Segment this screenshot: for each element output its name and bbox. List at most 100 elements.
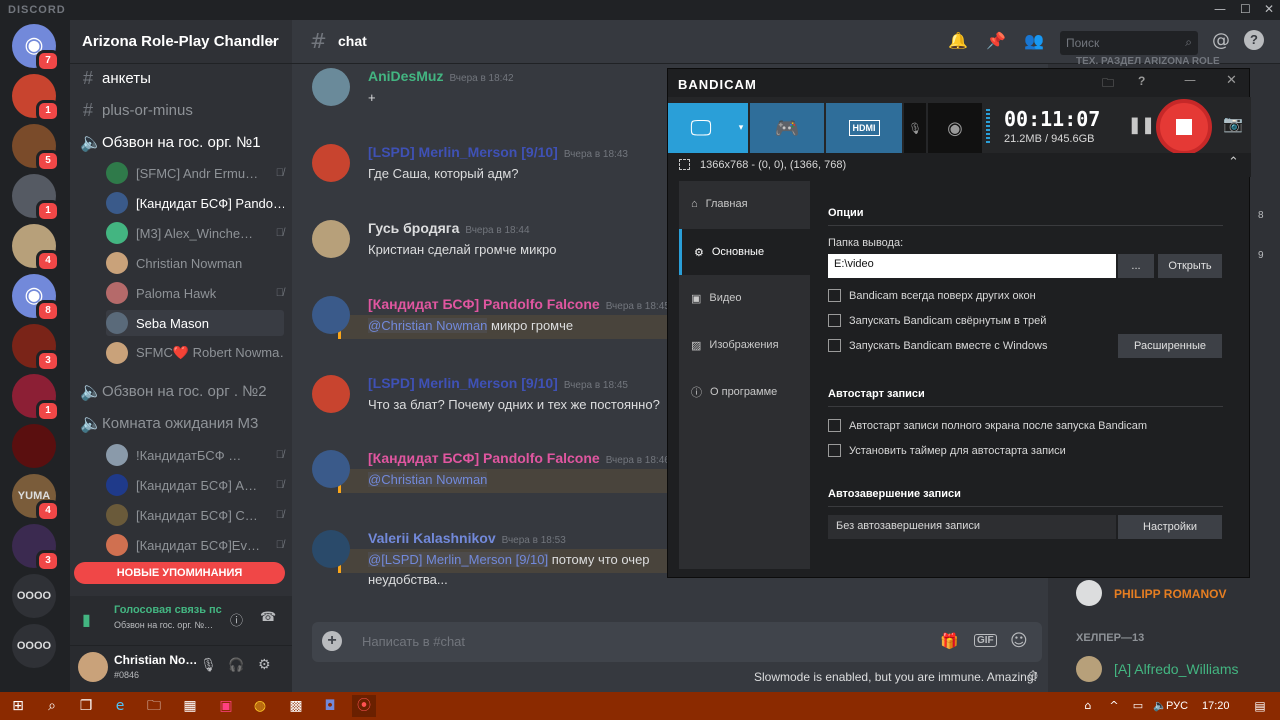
avatar[interactable]	[312, 296, 350, 334]
mic-toggle[interactable]: 🎙	[904, 103, 926, 153]
voice-user[interactable]: !КандидатБСФ … 🎙̸	[106, 442, 284, 468]
voice-channel-name[interactable]: Обзвон на гос. орг. №…	[114, 620, 224, 630]
avatar[interactable]	[312, 375, 350, 413]
output-folder-field[interactable]: E:\video	[828, 254, 1116, 278]
info-icon[interactable]: ⓘ	[230, 610, 243, 629]
message-author[interactable]: [LSPD] Merlin_Merson [9/10] Вчера в 18:43	[368, 144, 628, 160]
server-icon[interactable]: 5	[12, 124, 60, 172]
headphones-icon[interactable]: 🎧	[228, 658, 244, 673]
camera-icon[interactable]: 📷	[1223, 114, 1243, 133]
help-icon[interactable]: ?	[1244, 30, 1264, 50]
search-input[interactable]: Поиск ⌕	[1060, 31, 1198, 55]
search-icon[interactable]: ⌕	[40, 695, 64, 717]
author-name[interactable]: Гусь бродяга	[368, 220, 459, 236]
author-name[interactable]: [LSPD] Merlin_Merson [9/10]	[368, 144, 558, 160]
voice-channel-2[interactable]: 🔈 Обзвон на гос. орг . №2	[80, 378, 267, 404]
server-icon[interactable]: 1	[12, 74, 60, 122]
open-button[interactable]: Открыть	[1158, 254, 1222, 278]
server-icon[interactable]: 1	[12, 174, 60, 222]
tray-arrow-icon[interactable]: ^	[1102, 695, 1126, 717]
voice-user[interactable]: [Кандидат БСФ] A… 🎙̸	[106, 472, 284, 498]
app-icon[interactable]: ▣	[214, 695, 238, 717]
record-button[interactable]	[1156, 99, 1212, 155]
gif-icon[interactable]: GIF	[974, 634, 997, 647]
tray-network-icon[interactable]: ▭	[1126, 695, 1150, 717]
user-mention[interactable]: @Christian Nowman	[368, 318, 488, 333]
help-icon[interactable]: ?	[1138, 74, 1145, 88]
chrome-icon[interactable]: ◍	[248, 695, 272, 717]
close-icon[interactable]: ✕	[1226, 73, 1237, 88]
user-mention[interactable]: @Christian Nowman	[368, 472, 488, 487]
voice-channel-1[interactable]: 🔈 Обзвон на гос. орг. №1	[80, 129, 261, 155]
microphone-icon[interactable]: 🎙	[200, 658, 217, 673]
avatar[interactable]	[312, 144, 350, 182]
nav-video[interactable]: ▣ Видео	[679, 275, 810, 321]
browse-button[interactable]: ...	[1118, 254, 1154, 278]
voice-user[interactable]: Seba Mason	[106, 310, 284, 336]
checkbox-autostart-fullscreen[interactable]: Автостарт записи полного экрана после за…	[828, 419, 1147, 432]
tray-people-icon[interactable]: ⌂	[1076, 695, 1100, 717]
input-language[interactable]: РУС	[1166, 700, 1188, 712]
checkbox-always-on-top[interactable]: Bandicam всегда поверх других окон	[828, 289, 1036, 302]
server-icon[interactable]: ◉ 7	[12, 24, 60, 72]
avatar[interactable]	[78, 652, 108, 682]
author-name[interactable]: AniDesMuz	[368, 68, 443, 84]
voice-user[interactable]: [M3] Alex_Winche… 🎙̸	[106, 220, 284, 246]
avatar[interactable]	[312, 450, 350, 488]
server-icon[interactable]: 4	[12, 224, 60, 272]
chevron-up-icon[interactable]: ⌃	[1228, 155, 1239, 170]
user-mention[interactable]: @[LSPD] Merlin_Merson [9/10]	[368, 552, 549, 567]
waiting-room-channel[interactable]: 🔈 Комната ожидания М3	[80, 410, 258, 436]
server-icon[interactable]: ◉ 8	[12, 274, 60, 322]
member-name[interactable]: [A] Alfredo_Williams	[1114, 661, 1238, 677]
pin-icon[interactable]: 📌	[986, 31, 1006, 50]
bandicam-icon[interactable]: ⦿	[352, 695, 376, 717]
voice-user[interactable]: Paloma Hawk 🎙̸	[106, 280, 284, 306]
server-icon[interactable]: 1	[12, 374, 60, 422]
autoend-settings-button[interactable]: Настройки	[1118, 515, 1222, 539]
minimize-icon[interactable]: —	[1184, 73, 1196, 87]
discord-icon[interactable]: ◘	[318, 695, 342, 717]
webcam-toggle[interactable]: ◉	[928, 103, 982, 153]
disconnect-icon[interactable]: ☎	[260, 610, 276, 625]
author-name[interactable]: Valerii Kalashnikov	[368, 530, 496, 546]
avatar[interactable]	[312, 530, 350, 568]
author-name[interactable]: [Кандидат БСФ] Pandolfo Falcone	[368, 296, 600, 312]
nav-about[interactable]: ⓘ О программе	[679, 369, 810, 415]
windows-start-icon[interactable]: ⊞	[6, 695, 30, 717]
checkbox[interactable]	[828, 289, 841, 302]
mention-icon[interactable]: @	[1212, 30, 1230, 51]
gear-icon[interactable]: ⚙	[258, 657, 271, 673]
checkbox-start-minimized[interactable]: Запускать Bandicam свёрнутым в трей	[828, 314, 1046, 327]
checkbox-run-with-windows[interactable]: Запускать Bandicam вместе с Windows	[828, 339, 1048, 352]
message-input[interactable]: + Написать в #chat 🎁 GIF ☺	[312, 622, 1042, 662]
author-name[interactable]: [Кандидат БСФ] Pandolfo Falcone	[368, 450, 600, 466]
voice-user[interactable]: [Кандидат БСФ]Ev… 🎙̸	[106, 532, 284, 558]
checkbox[interactable]	[828, 339, 841, 352]
message-author[interactable]: Гусь бродяга Вчера в 18:44	[368, 220, 530, 236]
store-icon[interactable]: ▦	[178, 695, 202, 717]
checkbox[interactable]	[828, 444, 841, 457]
voice-user[interactable]: [Кандидат БСФ] С… 🎙̸	[106, 502, 284, 528]
emoji-icon[interactable]: ☺	[1010, 631, 1028, 651]
voice-user[interactable]: SFMC❤️ Robert Nowma…	[106, 340, 284, 366]
pause-icon[interactable]: ❚❚	[1128, 115, 1155, 135]
task-view-icon[interactable]: ❐	[74, 695, 98, 717]
explorer-icon[interactable]: 🗀	[142, 695, 166, 717]
message-author[interactable]: [Кандидат БСФ] Pandolfo Falcone Вчера в 1…	[368, 450, 670, 466]
server-icon[interactable]: OOOO	[12, 574, 56, 618]
avatar[interactable]	[312, 220, 350, 258]
author-name[interactable]: [LSPD] Merlin_Merson [9/10]	[368, 375, 558, 391]
maximize-button[interactable]: ☐	[1240, 2, 1251, 16]
new-mentions-button[interactable]: НОВЫЕ УПОМИНАНИЯ	[74, 562, 285, 584]
checkbox-autostart-timer[interactable]: Установить таймер для автостарта записи	[828, 444, 1066, 457]
hdmi-mode-button[interactable]: HDMI	[826, 103, 902, 153]
nav-images[interactable]: ▨ Изображения	[679, 322, 810, 368]
checkbox[interactable]	[828, 419, 841, 432]
game-mode-button[interactable]: 🎮	[750, 103, 824, 153]
server-header[interactable]: Arizona Role-Play Chandler ⌄	[70, 20, 292, 64]
mode-dropdown[interactable]: ▾	[734, 103, 748, 153]
message-author[interactable]: [Кандидат БСФ] Pandolfo Falcone Вчера в 1…	[368, 296, 670, 312]
server-icon[interactable]: 3	[12, 324, 60, 372]
edge-icon[interactable]: e	[108, 695, 132, 717]
